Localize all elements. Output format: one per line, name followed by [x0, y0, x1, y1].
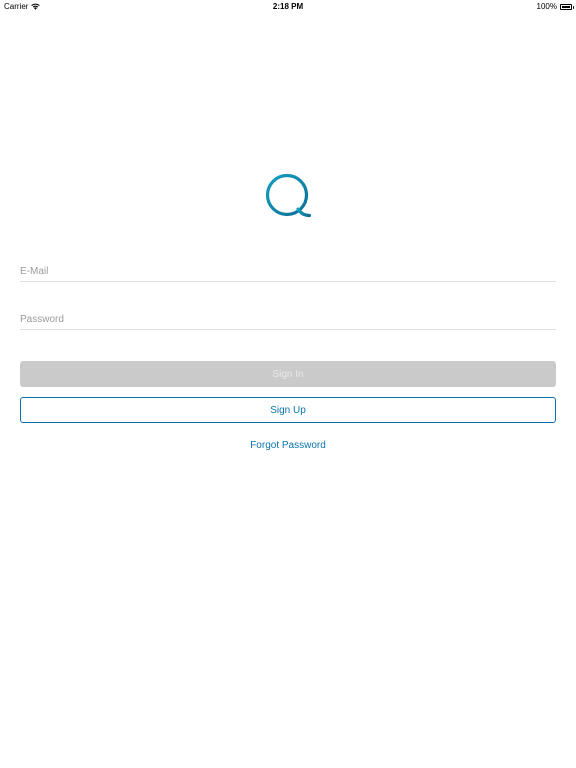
sign-in-button[interactable]: Sign In [20, 361, 556, 387]
status-right: 100% [536, 2, 574, 11]
battery-percent: 100% [536, 2, 557, 11]
battery-icon [560, 3, 574, 10]
q-logo-icon [265, 173, 312, 219]
status-bar: Carrier 2:18 PM 100% [0, 0, 576, 14]
status-time: 2:18 PM [272, 2, 304, 11]
password-field[interactable] [20, 310, 556, 330]
login-screen: Carrier 2:18 PM 100% E-Mail Sign In Sign… [0, 0, 576, 768]
email-field[interactable] [20, 262, 556, 282]
forgot-password-link[interactable]: Forgot Password [0, 440, 576, 451]
battery-fill [562, 5, 570, 8]
sign-up-button[interactable]: Sign Up [20, 397, 556, 423]
